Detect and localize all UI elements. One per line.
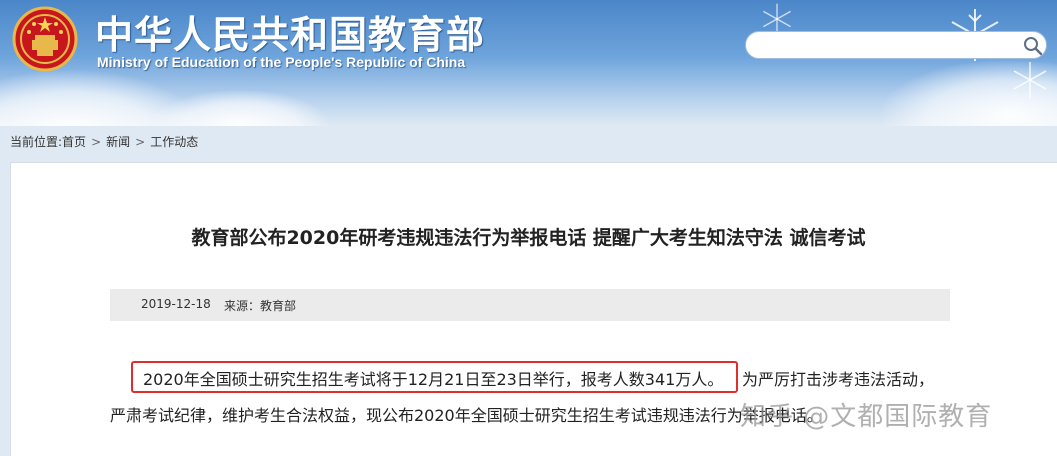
breadcrumb-separator: > (91, 134, 102, 149)
search-box (745, 31, 1047, 59)
article-paragraph-text: 严肃考试纪律，维护考生合法权益，现公布2020年全国硕士研究生招生考试违规违法行… (110, 406, 823, 425)
search-input[interactable] (758, 36, 1017, 56)
article-source: 来源：教育部 (224, 299, 297, 313)
site-title[interactable]: 中华人民共和国教育部 (95, 4, 485, 59)
article-date: 2019-12-18 (141, 297, 211, 311)
article-meta-bar: 2019-12-18 来源：教育部 (110, 289, 950, 321)
site-subtitle: Ministry of Education of the People's Re… (97, 54, 466, 70)
breadcrumb-work-news-link[interactable]: 工作动态 (150, 133, 198, 150)
breadcrumb: 当前位置: 首页 > 新闻 > 工作动态 (10, 133, 198, 150)
site-header: 中华人民共和国教育部 Ministry of Education of the … (0, 0, 1057, 126)
national-emblem-icon[interactable] (12, 6, 78, 72)
breadcrumb-prefix: 当前位置: (10, 135, 63, 149)
breadcrumb-home-link[interactable]: 首页 (62, 133, 86, 150)
search-icon[interactable] (1022, 35, 1044, 57)
article-paragraph-highlighted-text: 2020年全国硕士研究生招生考试将于12月21日至23日举行，报考人数341万人… (143, 370, 724, 389)
article-paragraph-text: 为严厉打击涉考违法活动， (742, 370, 935, 389)
watermark: 知乎 @文都国际教育 (740, 402, 993, 432)
snowflake-icon (1013, 62, 1047, 98)
breadcrumb-news-link[interactable]: 新闻 (106, 133, 130, 150)
breadcrumb-separator: > (135, 134, 146, 149)
article-title: 教育部公布2020年研考违规违法行为举报电话 提醒广大考生知法守法 诚信考试 (191, 227, 866, 249)
